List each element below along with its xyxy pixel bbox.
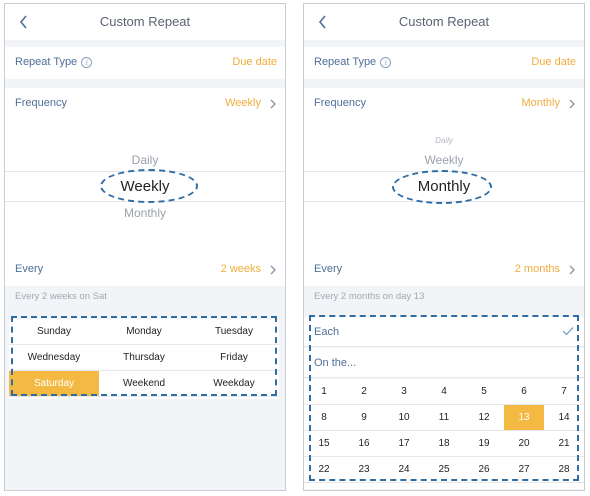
- chevron-right-icon: [270, 265, 276, 275]
- every-value: 2 months: [514, 263, 560, 275]
- chevron-right-icon: [569, 265, 575, 275]
- page-title: Custom Repeat: [398, 14, 490, 29]
- repeat-type-row[interactable]: Repeat Type i Due date: [304, 47, 584, 79]
- monthly-screen: Custom Repeat Repeat Type i Due date Freq…: [303, 3, 585, 491]
- repeat-type-label: Repeat Type i: [314, 56, 392, 68]
- repeat-summary: Every 2 months on day 13: [314, 291, 425, 302]
- frequency-value: Monthly: [521, 97, 560, 109]
- picker-option-daily[interactable]: Daily: [304, 136, 584, 145]
- frequency-label: Frequency: [15, 97, 67, 109]
- every-value: 2 weeks: [220, 263, 261, 275]
- frequency-value: Weekly: [225, 97, 261, 109]
- chevron-right-icon: [569, 99, 575, 109]
- picker-option-weekly[interactable]: Weekly: [304, 153, 584, 167]
- frequency-picker[interactable]: Daily Weekly Monthly: [5, 120, 285, 254]
- frequency-label: Frequency: [314, 97, 366, 109]
- annotation-box: [309, 315, 579, 481]
- info-icon[interactable]: i: [380, 57, 392, 68]
- picker-option-monthly[interactable]: Monthly: [5, 206, 285, 220]
- nav-bar: Custom Repeat: [304, 4, 584, 40]
- annotation-oval: [100, 169, 198, 203]
- annotation-box: [11, 316, 277, 396]
- repeat-type-value: Due date: [232, 56, 277, 68]
- annotation-oval: [392, 170, 492, 204]
- every-label: Every: [15, 263, 44, 275]
- repeat-type-label: Repeat Type i: [15, 56, 93, 68]
- frequency-row[interactable]: Frequency Weekly: [5, 88, 285, 120]
- every-label: Every: [314, 263, 343, 275]
- every-row[interactable]: Every 2 months: [304, 254, 584, 286]
- repeat-type-value: Due date: [531, 56, 576, 68]
- info-icon[interactable]: i: [81, 57, 93, 68]
- picker-option-daily[interactable]: Daily: [5, 153, 285, 167]
- chevron-right-icon: [270, 99, 276, 109]
- repeat-type-row[interactable]: Repeat Type i Due date: [5, 47, 285, 79]
- every-row[interactable]: Every 2 weeks: [5, 254, 285, 286]
- weekly-screen: Custom Repeat Repeat Type i Due date Freq…: [4, 3, 286, 491]
- page-title: Custom Repeat: [99, 14, 191, 29]
- repeat-summary: Every 2 weeks on Sat: [15, 291, 107, 302]
- frequency-picker[interactable]: Daily Weekly Monthly: [304, 120, 584, 254]
- nav-bar: Custom Repeat: [5, 4, 285, 40]
- frequency-row[interactable]: Frequency Monthly: [304, 88, 584, 120]
